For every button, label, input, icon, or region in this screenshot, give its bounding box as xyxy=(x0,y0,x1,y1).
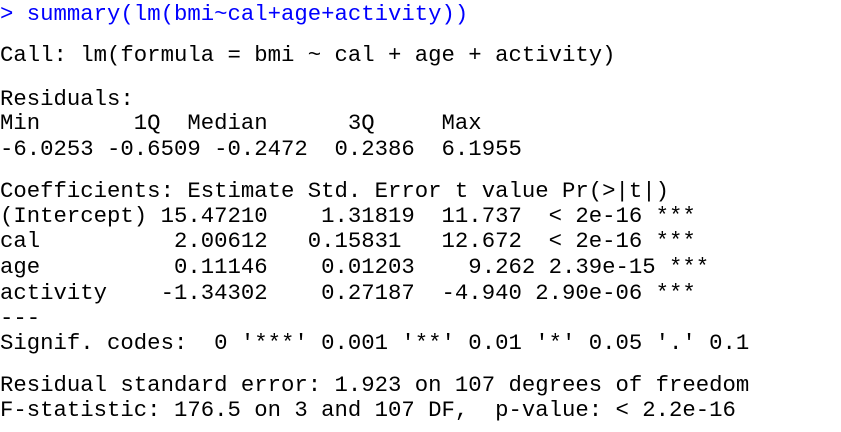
residuals-columns: Min 1Q Median 3Q Max xyxy=(0,110,482,136)
call-line: Call: lm(formula = bmi ~ cal + age + act… xyxy=(0,42,616,68)
r-console-output: > summary(lm(bmi~cal+age+activity)) Call… xyxy=(0,0,841,432)
console-prompt: > xyxy=(0,1,27,27)
signif-codes-line: Signif. codes: 0 '***' 0.001 '**' 0.01 '… xyxy=(0,330,750,356)
separator-line: --- xyxy=(0,305,41,331)
residuals-header: Residuals: xyxy=(0,86,134,112)
command-line: > summary(lm(bmi~cal+age+activity)) xyxy=(0,2,468,27)
coef-row-intercept: (Intercept) 15.47210 1.31819 11.737 < 2e… xyxy=(0,203,696,229)
coef-row-cal: cal 2.00612 0.15831 12.672 < 2e-16 *** xyxy=(0,228,696,254)
coef-row-age: age 0.11146 0.01203 9.262 2.39e-15 *** xyxy=(0,254,710,280)
coefficients-header: Coefficients: Estimate Std. Error t valu… xyxy=(0,178,670,204)
residuals-values: -6.0253 -0.6509 -0.2472 0.2386 6.1955 xyxy=(0,136,522,162)
f-statistic-line: F-statistic: 176.5 on 3 and 107 DF, p-va… xyxy=(0,397,736,423)
coef-row-activity: activity -1.34302 0.27187 -4.940 2.90e-0… xyxy=(0,280,696,306)
residual-standard-error-line: Residual standard error: 1.923 on 107 de… xyxy=(0,372,750,398)
command-text: summary(lm(bmi~cal+age+activity)) xyxy=(26,1,469,27)
